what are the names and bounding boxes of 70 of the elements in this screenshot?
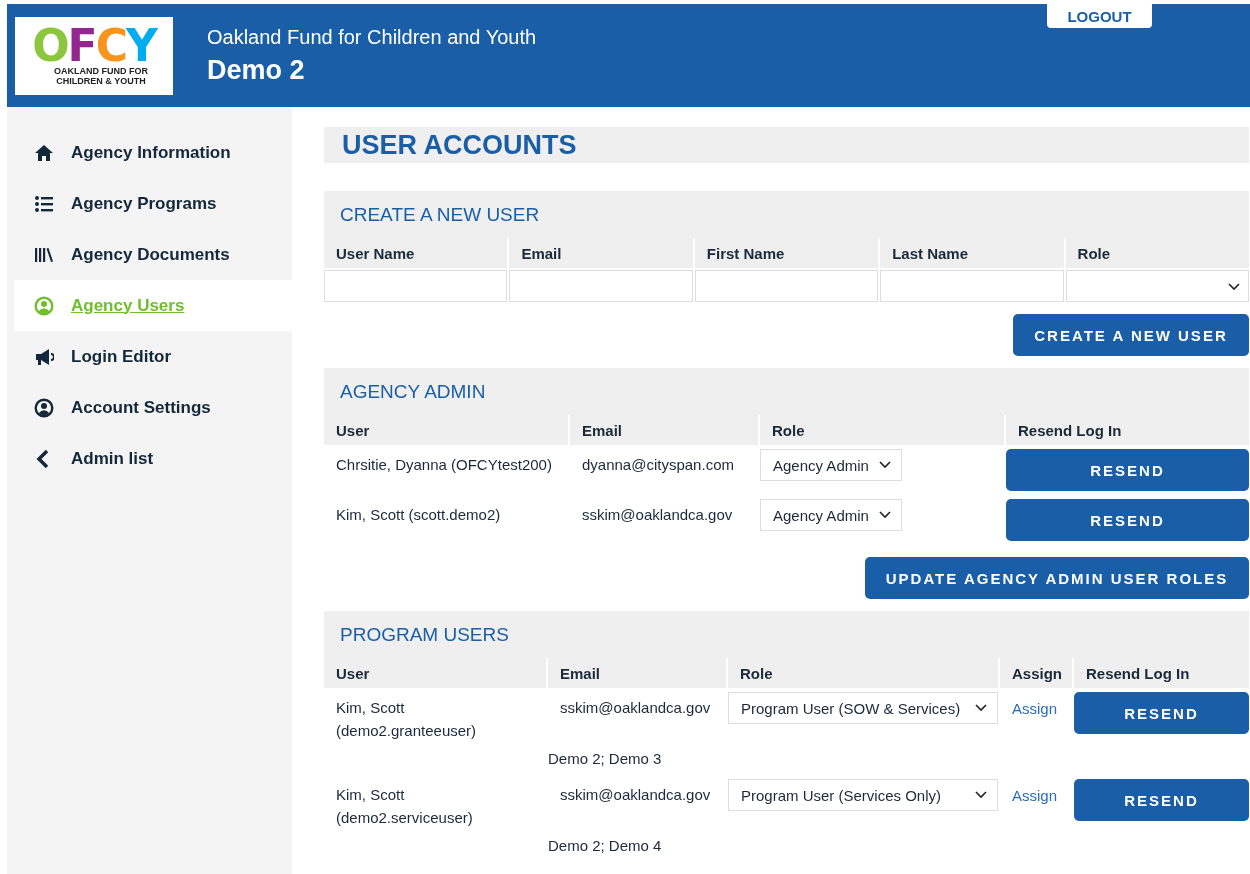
column-header: Resend Log In: [1006, 415, 1249, 445]
resend-button[interactable]: RESEND: [1006, 449, 1249, 491]
caret-icon: [878, 461, 891, 469]
logo-letter: C: [95, 25, 126, 66]
input-field[interactable]: [509, 270, 693, 302]
column-header: Email: [509, 238, 693, 268]
logout-button[interactable]: LOGOUT: [1047, 4, 1152, 28]
sidebar-item[interactable]: Login Editor: [14, 331, 292, 382]
role-dropdown[interactable]: Agency Admin: [760, 499, 902, 531]
section-title: CREATE A NEW USER: [324, 191, 1249, 238]
caret-icon: [1228, 283, 1240, 291]
role-dropdown[interactable]: Program User (Services Only): [728, 779, 998, 811]
logo-tagline: CHILDREN & YOUTH: [56, 75, 146, 86]
org-name: Oakland Fund for Children and Youth: [207, 25, 537, 49]
user-name: Kim, Scott (scott.demo2): [335, 505, 502, 525]
home-icon: [34, 142, 54, 163]
caret-icon: [878, 511, 891, 519]
logo-letter: F: [67, 25, 96, 66]
role-dropdown[interactable]: [1065, 270, 1249, 302]
section-title: AGENCY ADMIN: [324, 368, 1249, 415]
user-name: Kim, Scott (demo2.granteeuser): [335, 698, 478, 741]
column-header: Role: [1065, 238, 1249, 268]
logo-tagline: OAKLAND FUND FOR: [54, 65, 148, 76]
column-header: Resend Log In: [1074, 658, 1249, 688]
input-field[interactable]: [880, 270, 1064, 302]
column-header: User: [324, 415, 568, 445]
column-header: Role: [728, 658, 998, 688]
column-header: User: [324, 658, 546, 688]
user-email: sskim@oaklandca.gov: [559, 698, 712, 718]
logo-letter: Y: [125, 25, 156, 66]
role-dropdown[interactable]: Agency Admin: [760, 449, 902, 481]
user-email: dyanna@cityspan.com: [581, 455, 735, 475]
assign-link[interactable]: Assign: [1000, 692, 1070, 725]
caret-icon: [975, 704, 987, 712]
user-email: sskim@oaklandca.gov: [581, 505, 734, 525]
user-icon: [34, 295, 54, 316]
sidebar-item[interactable]: Agency Documents: [14, 229, 292, 280]
column-header: Email: [570, 415, 758, 445]
agency-title: Demo 2: [207, 54, 306, 86]
page-title: USER ACCOUNTS: [324, 127, 1249, 163]
sidebar-item[interactable]: Admin list: [14, 433, 292, 484]
column-header: User Name: [324, 238, 508, 268]
role-dropdown[interactable]: Program User (SOW & Services): [728, 692, 998, 724]
assign-link[interactable]: Assign: [1000, 779, 1070, 812]
column-header: Last Name: [880, 238, 1064, 268]
program-list: Demo 2; Demo 3: [548, 750, 1249, 775]
sidebar-item[interactable]: Agency Programs: [14, 178, 292, 229]
input-field[interactable]: [694, 270, 879, 302]
create-user-button[interactable]: CREATE A NEW USER: [1013, 314, 1249, 356]
column-header: Role: [760, 415, 1004, 445]
user-name: Kim, Scott (demo2.serviceuser): [335, 785, 474, 828]
user-icon: [34, 397, 54, 418]
user-name: Chrsitie, Dyanna (OFCYtest200): [335, 455, 553, 475]
column-header: Assign: [1000, 658, 1072, 688]
sidebar-item[interactable]: Account Settings: [14, 382, 292, 433]
resend-button[interactable]: RESEND: [1074, 779, 1249, 821]
list-icon: [34, 193, 54, 214]
program-list: Demo 2; Demo 4: [548, 837, 1249, 862]
megaphone-icon: [34, 346, 54, 367]
logo-letter: O: [32, 25, 68, 66]
user-email: sskim@oaklandca.gov: [559, 785, 712, 805]
caret-icon: [975, 791, 987, 799]
resend-button[interactable]: RESEND: [1006, 499, 1249, 541]
input-field[interactable]: [324, 270, 508, 302]
column-header: First Name: [694, 238, 879, 268]
section-title: PROGRAM USERS: [324, 611, 1249, 658]
resend-button[interactable]: RESEND: [1074, 692, 1249, 734]
update-roles-button[interactable]: UPDATE AGENCY ADMIN USER ROLES: [865, 557, 1249, 599]
sidebar-item[interactable]: Agency Information: [14, 127, 292, 178]
column-header: Email: [548, 658, 726, 688]
